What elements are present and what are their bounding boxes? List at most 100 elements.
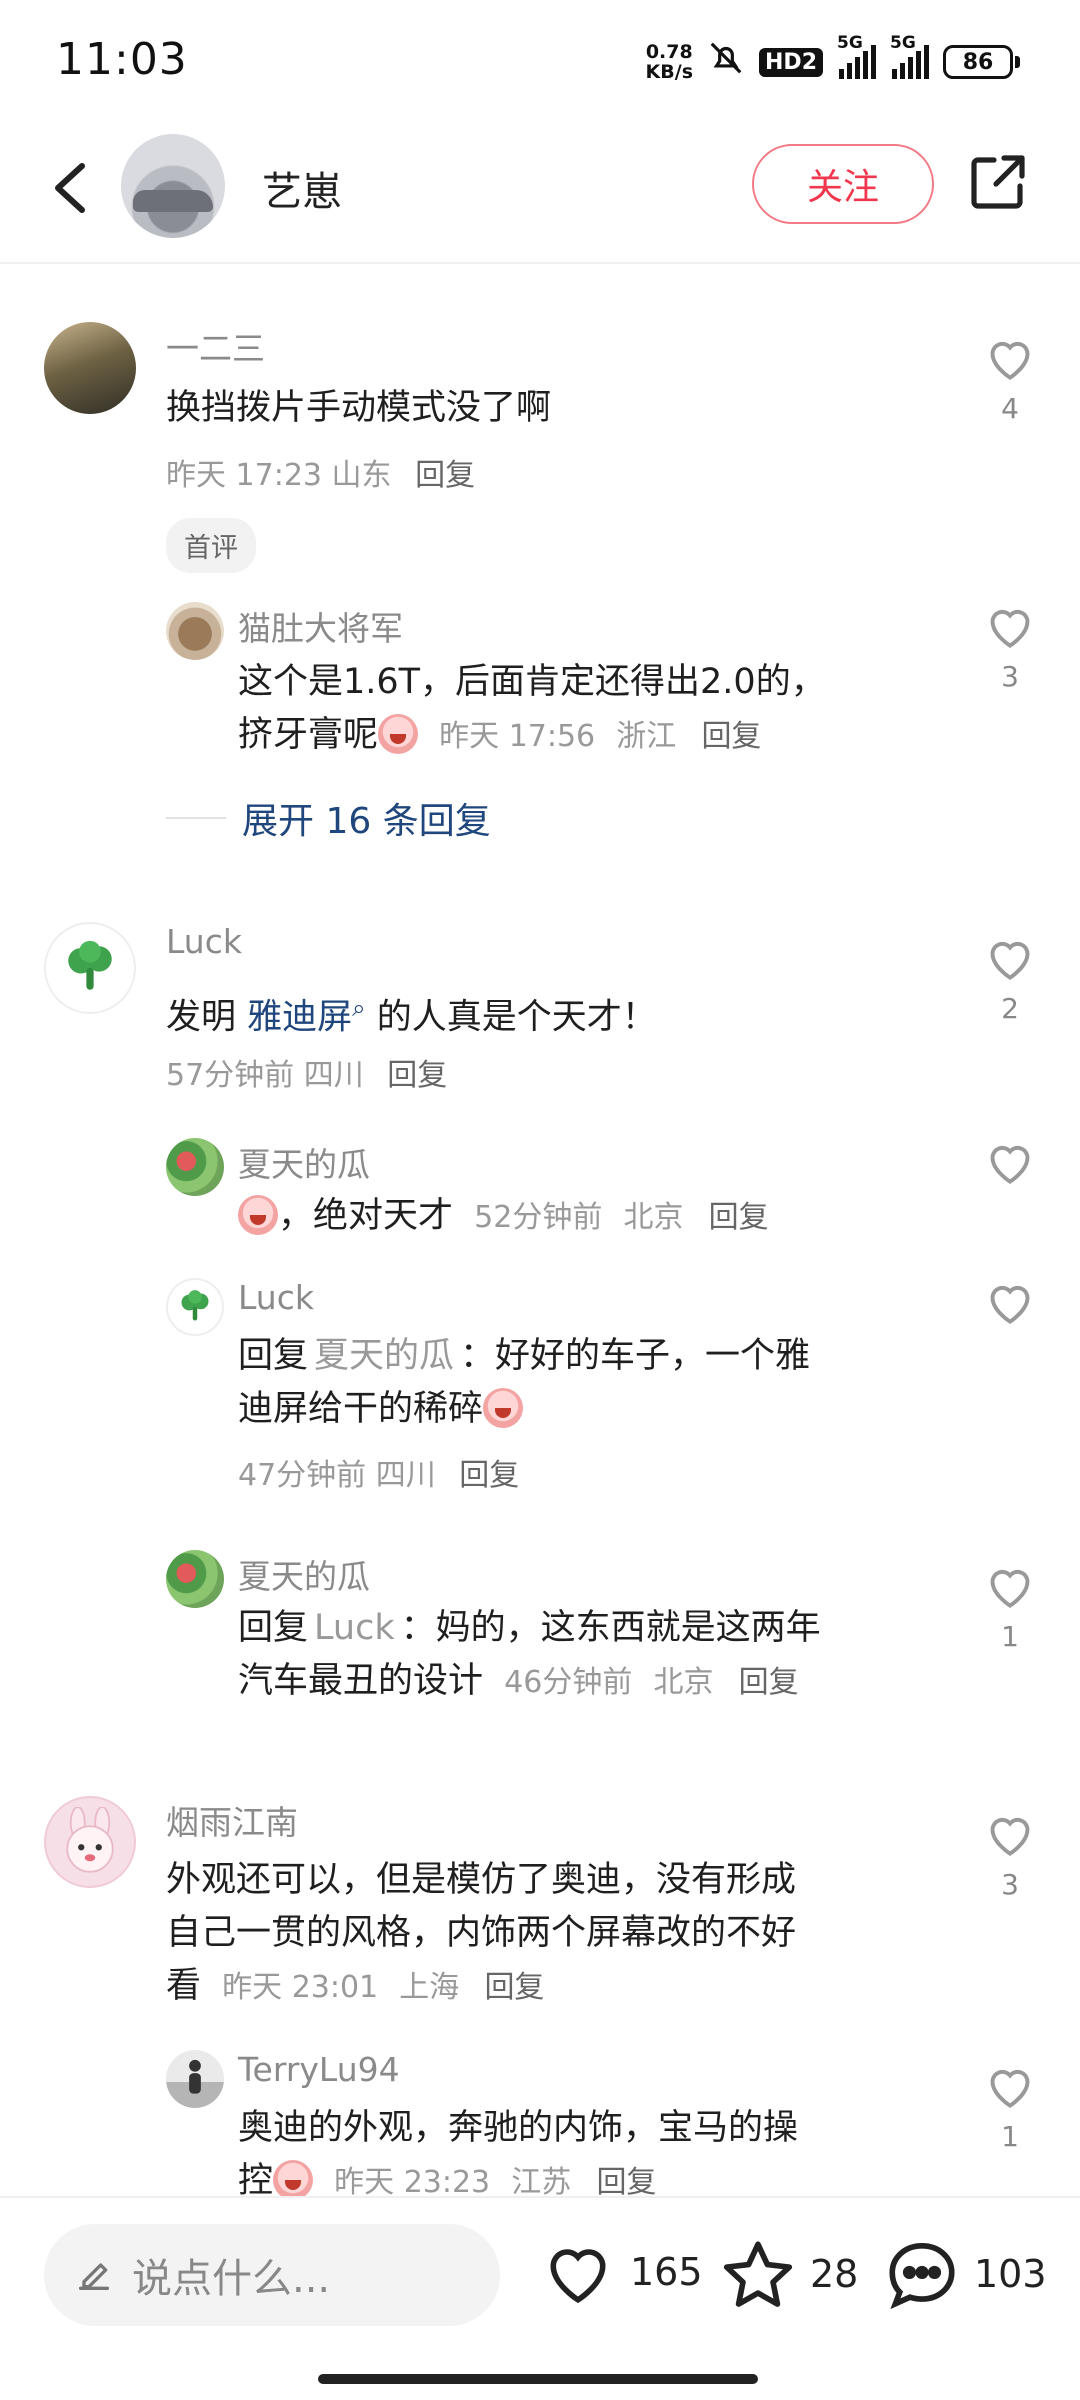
reply-username[interactable]: 夏天的瓜 [238,1550,370,1598]
follow-button[interactable]: 关注 [752,144,934,224]
like-button[interactable]: 1 [980,2062,1040,2153]
reply-button[interactable]: 回复 [459,1458,519,1493]
share-button[interactable] [966,150,1030,214]
comment-username[interactable]: 一二三 [166,322,265,370]
reply-username[interactable]: Luck [238,1278,314,1317]
comment-list[interactable]: 一二三 换挡拨片手动模式没了啊 昨天 17:23 山东 回复 首评 4 猫肚大将… [0,266,1080,2196]
first-comment-badge: 首评 [166,518,256,573]
comment-text[interactable]: 看 昨天 23:01 上海 回复 [166,1960,544,2014]
reply-prefix: 回复 [238,1336,309,1376]
reply-prefix: 回复 [238,1608,309,1648]
comment-time: 昨天 17:23 [166,458,322,493]
back-button[interactable] [38,156,102,220]
like-count: 3 [1001,1868,1019,1901]
reply-text[interactable]: ，绝对天才 52分钟前 北京 回复 [238,1190,769,1244]
reply-button[interactable]: 回复 [415,458,475,493]
reply-text-line: ：好好的车子，一个雅 [460,1336,811,1376]
divider [166,817,226,819]
like-count: 2 [1001,992,1019,1025]
comment-text-part: 的人真是个天才！ [365,997,657,1038]
comment-input-placeholder: 说点什么... [132,2256,331,2302]
reply-button[interactable]: 回复 [484,1970,544,2005]
avatar[interactable] [44,922,136,1014]
reply-text[interactable]: 挤牙膏呢 昨天 17:56 浙江 回复 [238,709,761,763]
battery-level: 86 [943,45,1013,79]
reply-text[interactable]: 回复 Luck ：妈的，这东西就是这两年 [238,1602,821,1655]
pencil-icon [79,2263,110,2290]
reply-text-line: ：妈的，这东西就是这两年 [400,1608,821,1648]
like-button[interactable]: 2 [980,934,1040,1025]
author-name[interactable]: 艺崽 [262,159,342,217]
emoji-icon [273,2160,314,2196]
star-icon [723,2241,793,2307]
sim2-label: 5G [890,33,916,53]
signal-icon: 5G [837,33,876,79]
reply-text[interactable]: 迪屏给干的稀碎 [238,1383,524,1436]
heart-icon [990,1145,1030,1184]
reply-username[interactable]: 猫肚大将军 [238,602,403,650]
search-icon: ⌕ [352,994,366,1022]
reply-button[interactable]: 回复 [701,719,761,754]
search-keyword-link[interactable]: 雅迪屏 [247,998,352,1038]
comment-username[interactable]: 烟雨江南 [166,1796,298,1844]
status-bar: 11:03 0.78 KB/s HD2 5G 5G 86 [0,0,1080,124]
like-count: 4 [1001,392,1019,425]
expand-replies-button[interactable]: 展开 16 条回复 [166,792,491,844]
like-button[interactable] [980,1138,1040,1186]
avatar[interactable] [166,2050,224,2108]
reply-text[interactable]: 回复 夏天的瓜 ：好好的车子，一个雅 [238,1330,810,1383]
expand-replies-label: 展开 16 条回复 [242,801,491,842]
heart-icon [990,941,1030,980]
reply-location: 北京 [653,1665,714,1700]
like-button[interactable]: 4 [980,334,1040,425]
reply-to-user[interactable]: Luck [314,1608,395,1648]
battery-icon: 86 [943,45,1020,79]
like-button[interactable]: 1 [980,1562,1040,1653]
reply-time: 46分钟前 [504,1665,633,1700]
reply-text[interactable]: 这个是1.6T，后面肯定还得出2.0的， [238,656,826,709]
comment-location: 四川 [303,1058,364,1093]
reply-button[interactable]: 回复 [709,1200,769,1235]
reply-button[interactable]: 回复 [596,2165,656,2196]
avatar[interactable] [166,1550,224,1608]
broccoli-icon [181,1290,209,1321]
comments-button[interactable]: 103 [884,2238,1047,2310]
avatar[interactable] [166,602,224,660]
avatar[interactable] [166,1138,224,1196]
reply-location: 四川 [375,1458,436,1493]
reply-time: 52分钟前 [474,1200,603,1235]
reply-text[interactable]: 汽车最丑的设计 46分钟前 北京 回复 [238,1655,799,1709]
bunny-icon [66,1807,114,1873]
reply-text[interactable]: 奥迪的外观，奔驰的内饰，宝马的操 [238,2102,798,2155]
reply-text-line: 汽车最丑的设计 [238,1661,484,1701]
comment-text[interactable]: 外观还可以，但是模仿了奥迪，没有形成 [166,1854,796,1907]
comment-text[interactable]: 自己一贯的风格，内饰两个屏幕改的不好 [166,1907,796,1960]
reply-to-user[interactable]: 夏天的瓜 [314,1336,454,1376]
avatar[interactable] [44,1796,136,1888]
reply-username[interactable]: TerryLu94 [238,2050,400,2089]
reply-text-line: 控 [238,2161,274,2196]
like-count: 1 [1001,1620,1019,1653]
reply-username[interactable]: 夏天的瓜 [238,1138,370,1186]
favorite-count: 28 [810,2252,859,2296]
reply-text[interactable]: 控 昨天 23:23 江苏 回复 [238,2155,656,2196]
like-post-button[interactable]: 165 [540,2238,703,2306]
like-button[interactable]: 3 [980,602,1040,693]
comment-text[interactable]: 发明 雅迪屏⌕ 的人真是个天才！ [166,982,657,1045]
reply-button[interactable]: 回复 [387,1058,447,1093]
reply-text-line: 迪屏给干的稀碎 [238,1389,484,1429]
like-button[interactable] [980,1278,1040,1326]
reply-button[interactable]: 回复 [739,1665,799,1700]
comment-username[interactable]: Luck [166,922,242,961]
heart-icon [990,1285,1030,1324]
comment-text[interactable]: 换挡拨片手动模式没了啊 [166,382,551,435]
comment-time: 57分钟前 [166,1058,295,1093]
like-button[interactable]: 3 [980,1810,1040,1901]
author-avatar[interactable] [121,134,225,238]
comment-input[interactable]: 说点什么... [44,2224,500,2326]
emoji-icon [378,714,419,754]
avatar[interactable] [166,1278,224,1336]
avatar[interactable] [44,322,136,414]
favorite-button[interactable]: 28 [720,2238,858,2310]
home-indicator[interactable] [318,2374,758,2384]
